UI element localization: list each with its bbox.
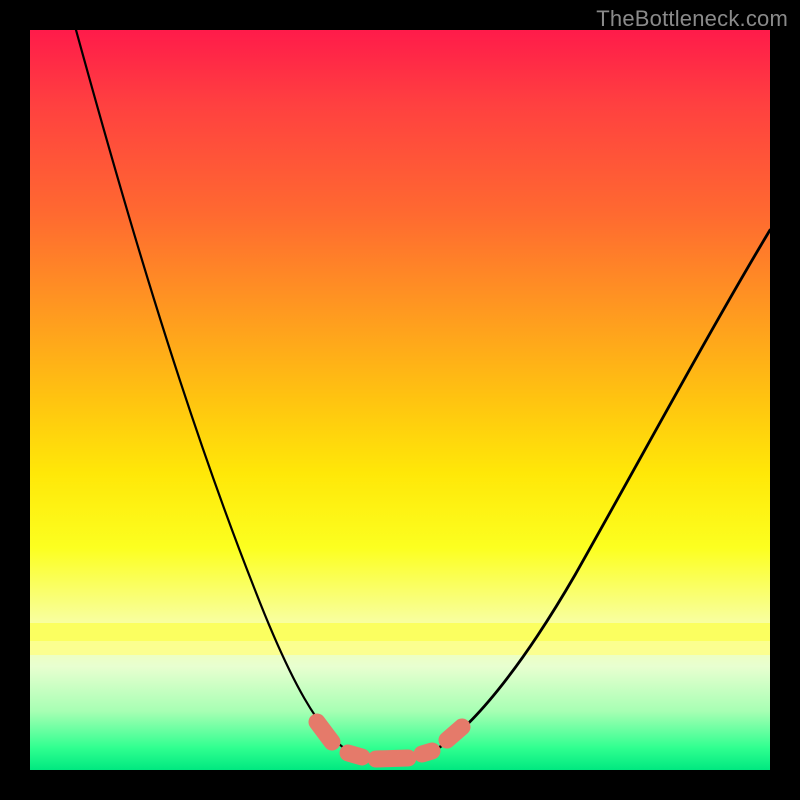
curve-left-branch	[76, 30, 350, 752]
bead-segment	[348, 753, 362, 757]
curve-svg	[30, 30, 770, 770]
watermark-text: TheBottleneck.com	[596, 6, 788, 32]
plot-area	[30, 30, 770, 770]
chart-frame: TheBottleneck.com	[0, 0, 800, 800]
bead-segment	[447, 727, 462, 740]
curve-right-branch	[435, 230, 770, 750]
bead-segment	[317, 722, 332, 742]
bead-segment	[376, 758, 408, 759]
bead-segment	[422, 751, 432, 754]
